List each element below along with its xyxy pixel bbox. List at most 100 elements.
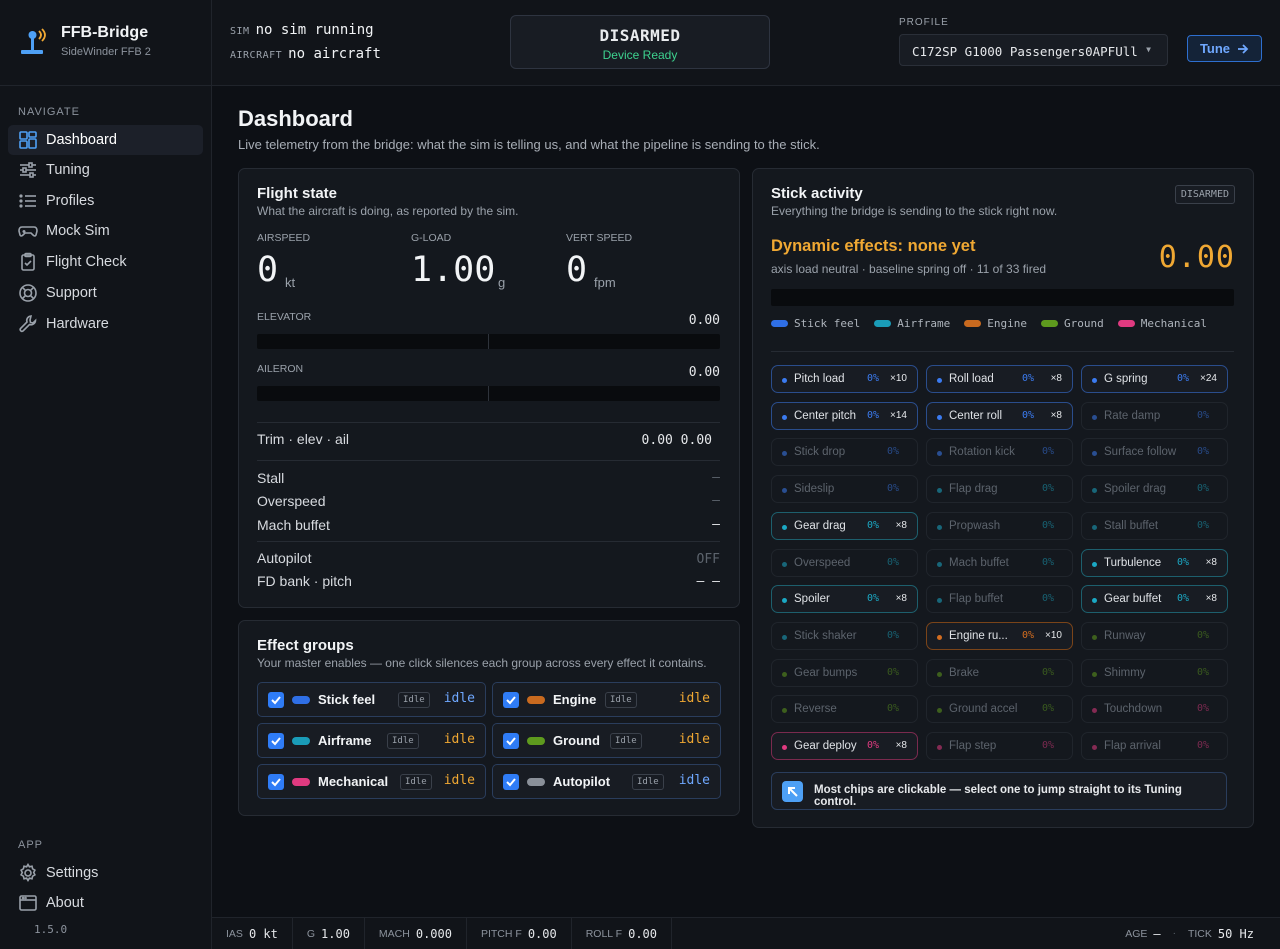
status-g: G 1.00 [293, 917, 365, 949]
chip-name: Surface follow [1104, 446, 1177, 459]
group-color-swatch [527, 737, 545, 745]
effect-chip[interactable]: Flap step 0% [926, 732, 1073, 760]
group-checkbox[interactable] [503, 774, 519, 790]
effect-chip[interactable]: Flap buffet 0% [926, 585, 1073, 614]
effect-chip[interactable]: Sideslip 0% [771, 475, 918, 504]
effect-chip[interactable]: Rotation kick 0% [926, 438, 1073, 467]
chip-percent: 0% [1022, 409, 1035, 421]
stick-activity-subtitle: Everything the bridge is sending to the … [771, 204, 1058, 218]
effect-chip[interactable]: Shimmy 0% [1081, 658, 1228, 687]
effect-chip[interactable]: Center roll 0% ×8 [926, 401, 1073, 430]
tune-button[interactable]: Tune [1187, 35, 1262, 62]
sim-value: no sim running [255, 22, 374, 38]
group-checkbox[interactable] [268, 774, 284, 790]
effect-chip[interactable]: Flap arrival 0% [1081, 732, 1228, 760]
group-state: idle [443, 691, 475, 706]
sidebar-item-support[interactable]: Support [8, 278, 203, 308]
effect-chip[interactable]: Spoiler 0% ×8 [771, 585, 918, 614]
effect-chip[interactable]: Overspeed 0% [771, 548, 918, 577]
aircraft-status: AIRCRAFT no aircraft [230, 45, 381, 63]
effect-chip[interactable]: Runway 0% [1081, 621, 1228, 650]
sidebar: FFB-Bridge SideWinder FFB 2 NAVIGATE Das… [0, 0, 212, 949]
sidebar-item-label: Hardware [46, 316, 109, 332]
effect-chip[interactable]: Ground accel 0% [926, 695, 1073, 724]
effect-chip[interactable]: Stick shaker 0% [771, 621, 918, 650]
chip-hint-text: Most chips are clickable — select one to… [814, 784, 1182, 808]
effect-chip[interactable]: Mach buffet 0% [926, 548, 1073, 577]
divider [257, 541, 720, 542]
sidebar-item-about[interactable]: About [8, 888, 203, 918]
chip-percent: 0% [1177, 556, 1190, 568]
effect-chip[interactable]: Gear deploy 0% ×8 [771, 732, 918, 760]
effect-group-stick-feel[interactable]: Stick feel Idle idle [257, 682, 486, 717]
chip-dot [782, 414, 787, 420]
effect-group-autopilot[interactable]: Autopilot Idle idle [492, 764, 721, 799]
effect-chip[interactable]: Touchdown 0% [1081, 695, 1228, 724]
effect-chip[interactable]: Gear bumps 0% [771, 658, 918, 687]
sidebar-item-profiles[interactable]: Profiles [8, 186, 203, 216]
effect-chip[interactable]: Reverse 0% [771, 695, 918, 724]
chip-dot [937, 598, 942, 604]
airspeed-unit: kt [285, 275, 296, 290]
effect-chip[interactable]: Roll load 0% ×8 [926, 365, 1073, 393]
effect-chip[interactable]: Gear buffet 0% ×8 [1081, 585, 1228, 614]
chip-percent: 0% [887, 666, 900, 678]
arm-status-panel[interactable]: DISARMED Device Ready [510, 15, 770, 69]
sidebar-item-dashboard[interactable]: Dashboard [8, 125, 203, 155]
effect-chip[interactable]: Stick drop 0% [771, 438, 918, 467]
legend-label: Ground [1063, 317, 1104, 330]
disarmed-badge: DISARMED [1174, 185, 1235, 204]
chip-dot [1092, 708, 1097, 714]
chip-percent: 0% [1042, 593, 1055, 605]
sidebar-item-flight-check[interactable]: Flight Check [8, 247, 203, 277]
group-checkbox[interactable] [268, 692, 284, 708]
sidebar-item-label: Mock Sim [46, 223, 110, 239]
chip-dot [782, 671, 787, 677]
effect-chip[interactable]: Turbulence 0% ×8 [1081, 548, 1228, 577]
group-checkbox[interactable] [268, 733, 284, 749]
effect-chip[interactable]: Rate damp 0% [1081, 401, 1228, 430]
sidebar-item-tuning[interactable]: Tuning [8, 155, 203, 185]
effect-group-mechanical[interactable]: Mechanical Idle idle [257, 764, 486, 799]
effect-chip[interactable]: Gear drag 0% ×8 [771, 511, 918, 540]
effect-group-airframe[interactable]: Airframe Idle idle [257, 723, 486, 758]
flight-state-title: Flight state [257, 185, 338, 202]
sidebar-item-label: Flight Check [46, 254, 127, 270]
effect-group-engine[interactable]: Engine Idle idle [492, 682, 721, 717]
effect-chip[interactable]: Pitch load 0% ×10 [771, 365, 918, 393]
effect-chip[interactable]: Spoiler drag 0% [1081, 475, 1228, 504]
chip-percent: 0% [887, 703, 900, 715]
stall-label: Stall [257, 470, 285, 486]
status-key: ROLL F [585, 927, 623, 940]
sidebar-item-label: Dashboard [46, 132, 117, 148]
group-color-swatch [527, 696, 545, 704]
stall-value: – [712, 470, 720, 485]
aileron-value: 0.00 [688, 365, 720, 380]
sidebar-item-settings[interactable]: Settings [8, 858, 203, 888]
sidebar-item-mock-sim[interactable]: Mock Sim [8, 216, 203, 246]
effect-chip[interactable]: Engine ru... 0% ×10 [926, 621, 1073, 650]
legend-swatch [1040, 320, 1058, 327]
effect-group-ground[interactable]: Ground Idle idle [492, 723, 721, 758]
chip-dot [782, 745, 787, 750]
effect-chip[interactable]: Stall buffet 0% [1081, 511, 1228, 540]
effect-chip[interactable]: Propwash 0% [926, 511, 1073, 540]
fd-value: — — [696, 574, 720, 589]
status-roll-force: ROLL F 0.00 [572, 917, 672, 949]
list-icon [19, 194, 36, 208]
effect-chip[interactable]: Flap drag 0% [926, 475, 1073, 504]
check-icon [506, 696, 516, 705]
chip-name: Runway [1104, 629, 1146, 642]
profile-select[interactable]: C172SP G1000 Passengers0APFUll ▼ [899, 34, 1168, 66]
chip-multiplier: ×8 [895, 519, 907, 531]
effect-chip[interactable]: Brake 0% [926, 658, 1073, 687]
sidebar-item-label: Settings [46, 865, 99, 881]
effect-chip[interactable]: Surface follow 0% [1081, 438, 1228, 467]
group-checkbox[interactable] [503, 692, 519, 708]
sidebar-item-hardware[interactable]: Hardware [8, 309, 203, 339]
effect-chip[interactable]: Center pitch 0% ×14 [771, 401, 918, 430]
group-checkbox[interactable] [503, 733, 519, 749]
separator: · [1172, 928, 1176, 939]
effect-chip[interactable]: G spring 0% ×24 [1081, 365, 1228, 393]
group-state: idle [678, 691, 710, 706]
